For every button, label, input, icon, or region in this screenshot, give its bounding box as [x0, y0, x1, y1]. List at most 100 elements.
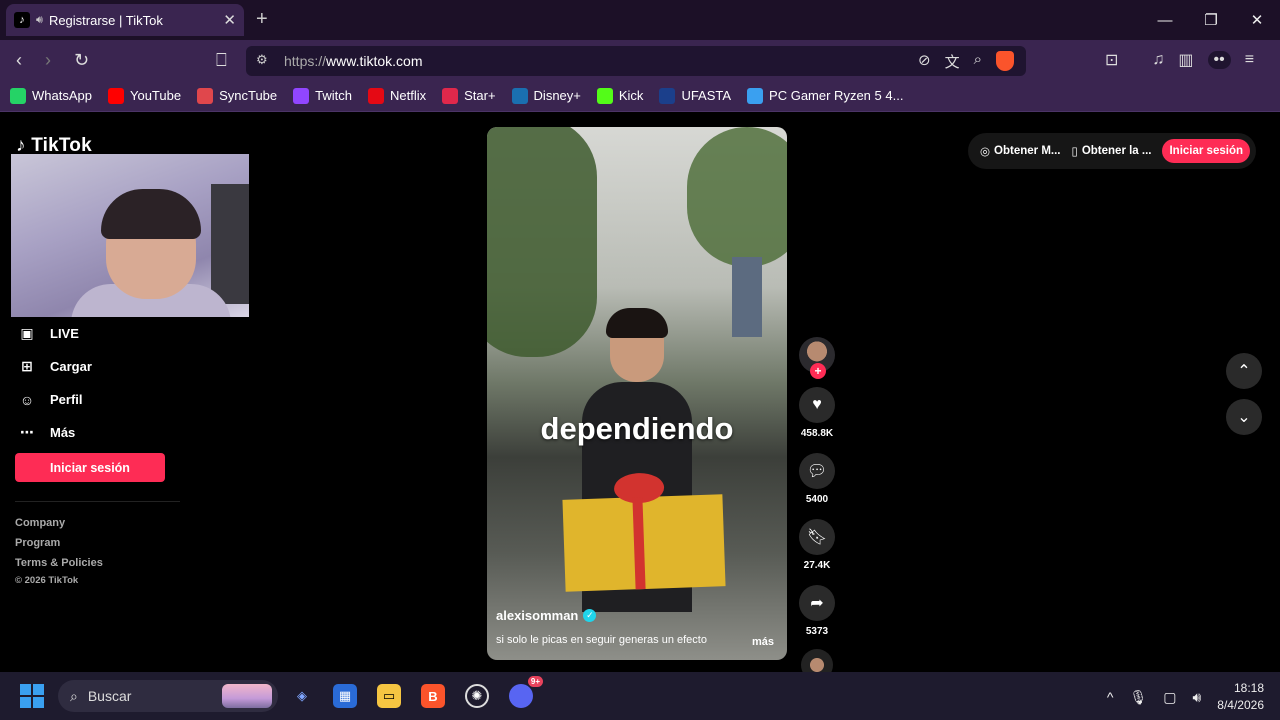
forward-button[interactable]: ›: [45, 50, 51, 71]
share-icon[interactable]: ➦: [799, 585, 835, 621]
chevron-up-icon[interactable]: ^: [1107, 689, 1114, 705]
youtube-icon: [107, 87, 124, 104]
tiktok-favicon-icon: ♪: [14, 12, 30, 28]
speaker-icon[interactable]: 🔊︎: [36, 14, 43, 27]
save-action[interactable]: 🔖︎ 27.4K: [797, 519, 837, 571]
building-shape: [732, 257, 762, 337]
minimize-button[interactable]: —: [1142, 0, 1188, 40]
logo-text: TikTok: [31, 135, 92, 156]
sidebar-item-profile[interactable]: ☺ Perfil: [18, 383, 188, 416]
get-coins-button[interactable]: ◎ Obtener M...: [980, 144, 1061, 158]
comment-action[interactable]: 💬︎ 5400: [797, 453, 837, 505]
heart-icon[interactable]: ♥: [799, 387, 835, 423]
windows-start-icon[interactable]: [20, 684, 44, 708]
search-icon: ⌕: [70, 687, 78, 704]
chatgpt-icon[interactable]: ✺: [465, 684, 489, 708]
close-window-button[interactable]: ✕: [1234, 0, 1280, 40]
sidebar-item-more[interactable]: ⋯ Más: [18, 416, 188, 449]
bookmark-item[interactable]: Disney+: [511, 87, 581, 104]
site-settings-icon[interactable]: ⚙: [256, 52, 268, 68]
video-player[interactable]: dependiendo alexisomman ✓ si solo le pic…: [487, 127, 787, 660]
person-hair: [606, 308, 668, 338]
bookmark-icon[interactable]: ⎕: [216, 50, 227, 71]
share-count: 5373: [805, 626, 829, 637]
bookmark-item[interactable]: WhatsApp: [10, 87, 92, 104]
footer-company[interactable]: Company: [15, 513, 103, 533]
live-icon: ▣: [20, 325, 34, 341]
back-button[interactable]: ‹: [16, 50, 22, 71]
shelf-shape: [211, 184, 249, 304]
tab-tiktok[interactable]: ♪ 🔊︎ Registrarse | TikTok ✕: [6, 4, 244, 36]
app-icon-1[interactable]: ◈: [290, 684, 314, 708]
bookmark-save-icon[interactable]: 🔖︎: [799, 519, 835, 555]
previous-video-button[interactable]: ⌃: [1226, 353, 1262, 389]
tiktok-page: ♪ TikTok ▣ LIVE ⊞ Cargar ☺ Perfil ⋯ Más Inic…: [0, 113, 1280, 681]
date: 8/4/2026: [1217, 698, 1264, 712]
like-action[interactable]: ♥ 458.8K: [797, 387, 837, 439]
comment-count: 5400: [805, 494, 829, 505]
bookmark-item[interactable]: PC Gamer Ryzen 5 4...: [747, 87, 903, 104]
reload-button[interactable]: ↻: [74, 50, 89, 71]
tab-title: Registrarse | TikTok: [48, 12, 163, 28]
reader-off-icon[interactable]: ⊘: [918, 51, 931, 72]
translate-icon[interactable]: 文: [945, 51, 960, 72]
volume-icon[interactable]: 🔊︎: [1192, 689, 1201, 706]
browser-titlebar: ♪ 🔊︎ Registrarse | TikTok ✕ + — ❐ ✕: [0, 0, 1280, 40]
new-tab-button[interactable]: +: [256, 8, 268, 31]
vpn-icon[interactable]: ••: [1207, 51, 1231, 69]
sidebar-item-upload[interactable]: ⊞ Cargar: [18, 350, 188, 383]
top-login-button[interactable]: Iniciar sesión: [1162, 139, 1250, 163]
clock[interactable]: 18:18 8/4/2026: [1217, 680, 1264, 714]
network-icon[interactable]: ▢: [1163, 689, 1176, 706]
discord-icon[interactable]: 9+: [509, 676, 543, 708]
netflix-icon: [367, 87, 384, 104]
brave-shields-icon[interactable]: [996, 51, 1014, 71]
bookmark-item[interactable]: Kick: [596, 87, 643, 104]
footer-program[interactable]: Program: [15, 533, 103, 553]
media-icon[interactable]: ♫: [1152, 51, 1164, 69]
sidebar-item-live[interactable]: ▣ LIVE: [18, 317, 188, 350]
bookmark-item[interactable]: Star+: [442, 87, 496, 104]
taskbar-search[interactable]: ⌕ Buscar: [58, 680, 278, 712]
follow-plus-icon[interactable]: +: [810, 363, 826, 379]
kick-icon: [596, 87, 613, 104]
whatsapp-icon: [10, 87, 26, 104]
video-author[interactable]: alexisomman ✓: [496, 608, 597, 623]
url-protocol: https://: [284, 53, 327, 69]
zoom-icon[interactable]: ⌕: [974, 51, 982, 72]
bookmark-item[interactable]: SyncTube: [197, 87, 277, 104]
address-bar[interactable]: ⚙ https:// www.tiktok.com ⊘ 文 ⌕: [246, 46, 1026, 76]
video-overlay-text: dependiendo: [540, 411, 734, 446]
bookmark-item[interactable]: Netflix: [367, 87, 426, 104]
bookmark-label: Twitch: [315, 88, 352, 103]
menu-icon[interactable]: ≡: [1245, 51, 1254, 69]
profile-icon: ☺: [19, 391, 35, 408]
footer-copyright: © 2026 TikTok: [15, 575, 79, 586]
bookmark-item[interactable]: UFASTA: [659, 87, 731, 104]
close-tab-icon[interactable]: ✕: [223, 11, 236, 29]
sidebar-login-button[interactable]: Iniciar sesión: [15, 453, 165, 482]
coin-icon: ◎: [980, 146, 991, 158]
file-explorer-icon[interactable]: ▭: [377, 684, 401, 708]
chevron-up-icon: ⌃: [1237, 363, 1251, 380]
pc-icon: [747, 87, 764, 104]
next-video-button[interactable]: ⌄: [1226, 399, 1262, 435]
author-avatar[interactable]: +: [799, 337, 835, 379]
restore-button[interactable]: ❐: [1188, 0, 1234, 40]
sidebar-item-label: LIVE: [50, 326, 79, 341]
comment-icon[interactable]: 💬︎: [799, 453, 835, 489]
share-action[interactable]: ➦ 5373: [797, 585, 837, 637]
microphone-icon[interactable]: 🎙︎: [1129, 689, 1147, 706]
brave-taskbar-icon[interactable]: B: [421, 684, 445, 708]
sidebar-item-label: Más: [50, 425, 76, 440]
get-app-button[interactable]: ▯ Obtener la ...: [1071, 144, 1151, 158]
footer-terms[interactable]: Terms & Policies: [15, 553, 103, 573]
bookmark-item[interactable]: YouTube: [107, 87, 181, 104]
get-app-label: Obtener la ...: [1081, 145, 1152, 157]
bookmark-item[interactable]: Twitch: [293, 87, 352, 104]
store-icon[interactable]: ▦: [333, 684, 357, 708]
more-link[interactable]: más: [752, 636, 774, 648]
url-host: www.tiktok.com: [326, 53, 423, 69]
sidebar-toggle-icon[interactable]: ▥: [1178, 50, 1193, 70]
leo-icon[interactable]: ⊡: [1105, 50, 1118, 70]
